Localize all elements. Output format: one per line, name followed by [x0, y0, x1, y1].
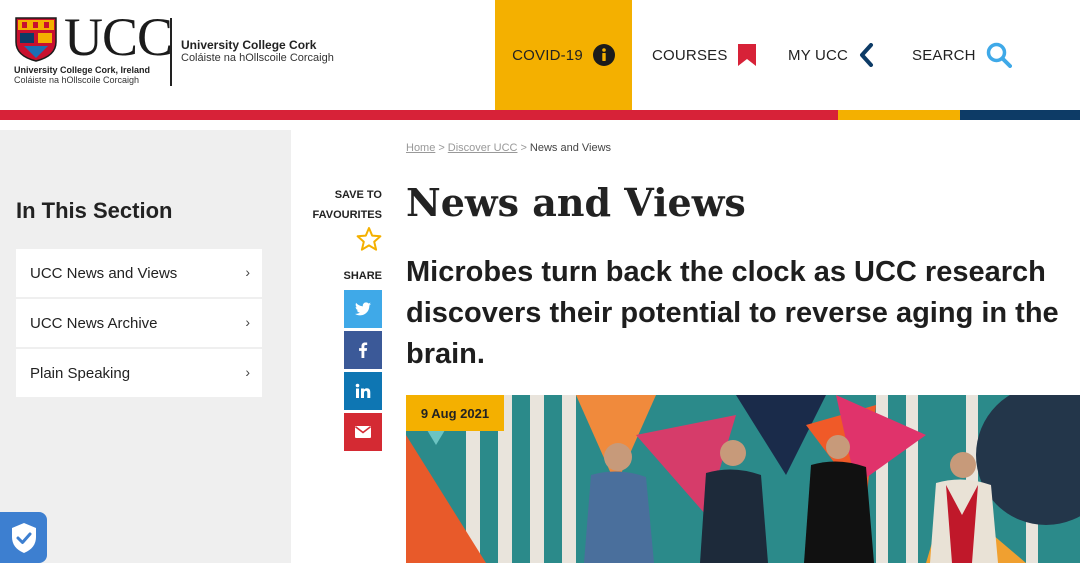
ucc-wordmark: UCC [64, 7, 173, 67]
nav-courses-label: COURSES [652, 46, 728, 64]
breadcrumb-current: News and Views [529, 142, 612, 154]
facebook-icon [359, 342, 368, 358]
sidebar-item-plain-speaking[interactable]: Plain Speaking › [16, 349, 262, 397]
breadcrumb-discover-link[interactable]: Discover UCC [448, 142, 518, 154]
save-label-line2: FAVOURITES [312, 209, 382, 221]
save-label-line1: SAVE TO [334, 189, 382, 201]
article-date-badge: 9 Aug 2021 [406, 395, 504, 431]
sidebar-item-ucc-news-and-views[interactable]: UCC News and Views › [16, 249, 262, 297]
nav-courses[interactable]: COURSES [652, 0, 756, 110]
page-title: News and Views [406, 180, 746, 225]
logo-subtitle-irish: Coláiste na hOllscoile Corcaigh [14, 75, 140, 85]
share-facebook-button[interactable] [344, 331, 382, 369]
nav-covid-label: COVID-19 [512, 46, 583, 64]
sidebar-item-ucc-news-archive[interactable]: UCC News Archive › [16, 299, 262, 347]
header-stripe-red [0, 110, 838, 120]
sidebar-item-label: Plain Speaking [30, 364, 131, 382]
nav-my-ucc[interactable]: MY UCC [788, 0, 874, 110]
logo-name-irish: Coláiste na hOllscoile Corcaigh [181, 52, 334, 64]
article-headline: Microbes turn back the clock as UCC rese… [406, 256, 1059, 370]
privacy-shield-button[interactable] [0, 512, 47, 563]
share-email-button[interactable] [344, 413, 382, 451]
ucc-logo[interactable]: UCC University College Cork, Ireland Col… [14, 10, 344, 88]
twitter-icon [355, 302, 371, 316]
breadcrumb-separator: > [520, 142, 527, 154]
nav-search-label: SEARCH [912, 46, 976, 64]
header-stripe-navy [960, 110, 1080, 120]
share-label: SHARE [343, 270, 382, 282]
chevron-right-icon: › [245, 364, 250, 380]
logo-divider [170, 18, 172, 86]
sidebar-item-label: UCC News and Views [30, 264, 178, 282]
logo-subtitle-english: University College Cork, Ireland [14, 65, 151, 75]
chevron-right-icon: › [245, 264, 250, 280]
chevron-right-icon: › [245, 314, 250, 330]
share-linkedin-button[interactable] [344, 372, 382, 410]
header-stripe-yellow [838, 110, 960, 120]
ucc-crest-icon [15, 17, 57, 62]
sidebar-title: In This Section [16, 198, 173, 223]
envelope-icon [355, 426, 371, 438]
article-hero-image [406, 395, 1080, 563]
section-sidebar: In This Section UCC News and Views › UCC… [0, 130, 291, 563]
info-icon [592, 44, 615, 66]
sidebar-item-label: UCC News Archive [30, 314, 158, 332]
shield-check-icon [11, 522, 36, 553]
bookmark-icon [737, 44, 756, 66]
linkedin-icon [355, 383, 371, 398]
save-to-favourites-label: SAVE TO FAVOURITES [300, 185, 382, 225]
nav-my-ucc-label: MY UCC [788, 46, 849, 64]
breadcrumb-separator: > [438, 142, 445, 154]
chevron-left-icon [858, 43, 874, 67]
hero-photo-illustration [406, 395, 1080, 563]
breadcrumb: Home > Discover UCC > News and Views [406, 142, 611, 154]
logo-name-english: University College Cork [181, 38, 317, 52]
site-header: UCC University College Cork, Ireland Col… [0, 0, 1080, 110]
nav-search[interactable]: SEARCH [912, 0, 1012, 110]
share-twitter-button[interactable] [344, 290, 382, 328]
nav-covid[interactable]: COVID-19 [495, 0, 632, 110]
breadcrumb-home-link[interactable]: Home [406, 142, 435, 154]
search-icon [986, 42, 1012, 68]
star-favourite-icon[interactable] [356, 226, 382, 252]
